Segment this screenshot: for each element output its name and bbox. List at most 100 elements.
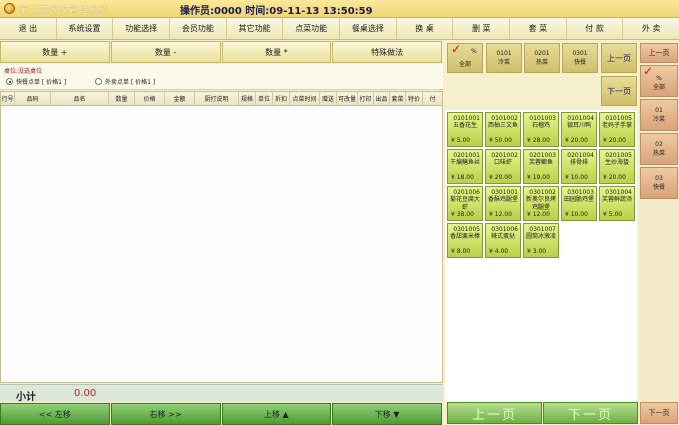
sidebar-all-pct: % [656,75,662,82]
dish-price: ¥ 50.00 [489,137,512,144]
dish-code: 0201004 [567,152,594,159]
dish-name: 菊花豆腐大虾 [450,196,481,211]
dish-price: ¥ 5.00 [603,211,623,218]
dish-price: ¥ 3.00 [527,248,547,255]
menu-change-table[interactable]: 换 桌 [397,18,454,39]
quantity-plus-button[interactable]: 数量 + [0,41,110,63]
menu-takeout[interactable]: 外 卖 [623,18,679,39]
menu-order-functions[interactable]: 点菜功能 [283,18,341,39]
dish-tile[interactable]: 0301001 香酥鸡腿堡 ¥ 12.00 [485,186,521,221]
col-print: 打印 [358,92,374,105]
col-set-meal: 套菜 [390,92,406,105]
dish-name: 香酥鸡腿堡 [488,196,519,203]
order-type-area: 桌位:没选桌位 快餐点单 [ 价格1 ] 外卖点单 [ 价格1 ] [0,64,443,90]
dish-tile[interactable]: 0301005 香甜栗米棒 ¥ 8.00 [447,223,483,258]
dish-prev-page-button[interactable]: 上一页 [447,402,542,424]
dish-tile[interactable]: 0201006 菊花豆腐大虾 ¥ 38.00 [447,186,483,221]
table-status-label: 桌位:没选桌位 [4,68,43,75]
checkmark-icon: ✓ [643,64,654,78]
category-prev-page-button[interactable]: 上一页 [601,43,637,73]
sidebar-name: 热菜 [652,150,665,157]
category-all-button[interactable]: ✓ % 全部 [447,43,483,73]
category-all-label: 全部 [458,60,471,68]
radio-selected-icon [6,78,13,85]
sidebar-cold-button[interactable]: 01 冷菜 [640,99,678,131]
menu-exit[interactable]: 退 出 [0,18,57,39]
menu-delete-dish[interactable]: 删 菜 [453,18,511,39]
category-name: 热菜 [535,59,548,66]
sidebar-all-button[interactable]: ✓ % 全部 [640,65,678,97]
dish-price: ¥ 12.00 [527,211,550,218]
move-left-button[interactable]: << 左移 [0,403,110,425]
menu-member-functions[interactable]: 会员功能 [170,18,227,39]
fast-order-radio[interactable]: 快餐点单 [ 价格1 ] [6,77,66,86]
dish-price: ¥ 10.00 [565,174,588,181]
menu-payment[interactable]: 付 款 [567,18,624,39]
dish-tile[interactable]: 0101001 五香花生 ¥ 5.00 [447,112,483,147]
fast-order-label: 快餐点单 [ 价格1 ] [16,79,67,86]
category-next-page-button[interactable]: 下一页 [601,76,637,106]
takeout-order-radio[interactable]: 外卖点单 [ 价格1 ] [95,77,155,86]
dish-tile[interactable]: 0301004 芙蓉鲜蔬汤 ¥ 5.00 [599,186,635,221]
dish-next-page-button[interactable]: 下一页 [543,402,638,424]
col-pay: 付 [429,96,436,103]
quantity-minus-button[interactable]: 数量 - [110,41,221,63]
subtotal-bar: 小计 0.00 [0,384,443,403]
dish-tile[interactable]: 0301002 新奥尔良烤鸡腿堡 ¥ 12.00 [523,186,559,221]
category-code: 0301 [572,50,588,57]
subtotal-value: 0.00 [74,388,97,399]
dish-name: 芙蓉鲜蔬汤 [602,196,633,203]
dish-tile[interactable]: 0201004 排骨排 ¥ 10.00 [561,149,597,184]
menu-function-select[interactable]: 功能选择 [113,18,171,39]
special-preparation-button[interactable]: 特殊做法 [332,41,442,63]
dish-code: 0301006 [491,226,518,233]
dish-tile[interactable]: 0201002 口味虾 ¥ 20.00 [485,149,521,184]
move-down-button[interactable]: 下移 ▼ [332,403,442,425]
dish-code: 0201006 [453,189,480,196]
dish-tile[interactable]: 0201001 干煸鳝鱼丝 ¥ 18.00 [447,149,483,184]
dish-tile[interactable]: 0301007 圆筒冰激凌 ¥ 3.00 [523,223,559,258]
sidebar-hot-button[interactable]: 02 热菜 [640,133,678,165]
quantity-multiply-button[interactable]: 数量 * [221,41,332,63]
dish-price: ¥ 8.00 [451,248,471,255]
dish-tile[interactable]: 0201005 生炒海蛰 ¥ 20.00 [599,149,635,184]
sidebar-name: 冷菜 [652,116,665,123]
dish-tile[interactable]: 0201003 芙蓉鲫鱼 ¥ 19.00 [523,149,559,184]
col-kitchen-note: 厨打说明 [195,92,239,105]
dish-code: 0301007 [529,226,556,233]
dish-price: ¥ 19.00 [527,174,550,181]
col-quantity: 数量 [109,92,135,105]
dish-price: ¥ 12.00 [489,211,512,218]
dish-tile[interactable]: 0101004 银耳川鸭 ¥ 20.00 [561,112,597,147]
category-fastfood-button[interactable]: 0301 快餐 [562,43,598,73]
dish-code: 0301003 [567,189,594,196]
dish-tile[interactable]: 0301006 辣式蛋挞 ¥ 4.00 [485,223,521,258]
col-order-time: 点菜时间 [290,92,320,105]
col-special-price: 特价 [406,92,423,105]
app-logo-icon [4,3,15,14]
menu-set-meal[interactable]: 套 菜 [510,18,567,39]
col-unit: 单位 [256,92,273,105]
move-right-button[interactable]: 右移 >> [110,403,221,425]
move-up-button[interactable]: 上移 ▲ [221,403,332,425]
dish-code: 0101005 [605,115,632,122]
category-hot-button[interactable]: 0201 热菜 [524,43,560,73]
menu-table-select[interactable]: 餐桌选择 [340,18,397,39]
sidebar-fastfood-button[interactable]: 03 快餐 [640,167,678,199]
category-cold-button[interactable]: 0101 冷菜 [486,43,522,73]
app-title: 渠世家餐饮管理系统 [19,6,110,16]
dish-tile[interactable]: 0101005 老妈子手掌 ¥ 20.00 [599,112,635,147]
sidebar-next-page-button[interactable]: 下一页 [640,402,678,424]
sidebar-name: 快餐 [652,184,665,191]
category-sidebar: 上一页 ✓ % 全部 01 冷菜 02 热菜 03 快餐 下一页 [639,41,679,425]
dish-name: 辣式蛋挞 [490,233,515,240]
menu-system-settings[interactable]: 系统设置 [57,18,114,39]
sidebar-prev-page-button[interactable]: 上一页 [640,43,678,63]
dish-tile[interactable]: 0301003 田园脆鸡堡 ¥ 10.00 [561,186,597,221]
dish-tile[interactable]: 0101003 石榴鸡 ¥ 28.00 [523,112,559,147]
menu-other-functions[interactable]: 其它功能 [227,18,284,39]
dish-code: 0201003 [529,152,556,159]
category-all-pct: % [471,48,477,55]
dish-tile[interactable]: 0101002 西柚三文鱼 ¥ 50.00 [485,112,521,147]
order-table[interactable]: 行号 品码 品名 数量 价格 金额 厨打说明 规格 单位 折扣 点菜时间 赠送 … [0,91,443,383]
